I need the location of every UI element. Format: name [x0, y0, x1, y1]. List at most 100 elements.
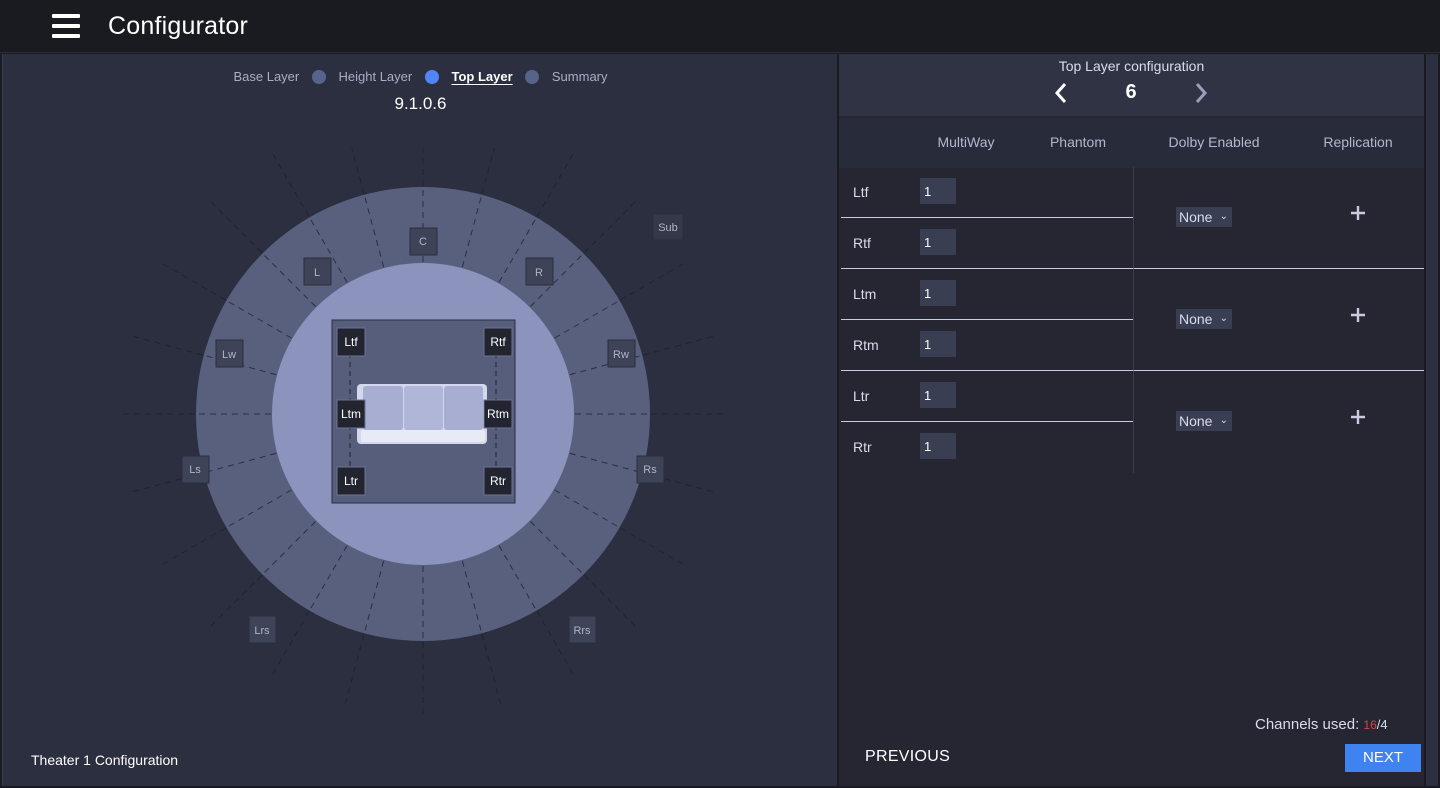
channels-used-count: 16 — [1363, 718, 1377, 732]
app-title: Configurator — [108, 12, 248, 40]
col-multiway: MultiWay — [937, 134, 995, 150]
dolby-select[interactable]: None ⌄ — [1176, 207, 1232, 227]
speaker-ray — [162, 263, 226, 301]
step-top-layer[interactable]: Top Layer — [451, 69, 512, 84]
row-label: Ltr — [853, 388, 870, 404]
chevron-down-icon: ⌄ — [1219, 313, 1228, 324]
speaker-pair-group: None ⌄ — [1133, 167, 1424, 269]
channels-total: /4 — [1376, 717, 1388, 732]
speaker-l[interactable]: L — [303, 257, 332, 286]
speaker-ray — [344, 634, 365, 704]
col-dolby-enabled: Dolby Enabled — [1168, 134, 1260, 150]
top-bar: Configurator — [0, 0, 1440, 53]
speaker-ray — [272, 611, 310, 675]
speaker-ray — [536, 153, 574, 217]
speaker-pair-group: None ⌄ — [1133, 269, 1424, 371]
plus-icon[interactable] — [1348, 305, 1368, 325]
previous-button[interactable]: PREVIOUS — [865, 748, 950, 766]
dolby-select-value: None — [1179, 209, 1213, 225]
config-panel: Top Layer configuration 6 MultiWay Phant… — [839, 54, 1424, 786]
speaker-ray — [583, 201, 636, 254]
speaker-ray — [162, 527, 226, 565]
channels-used: Channels used: 16/4 — [1255, 716, 1388, 733]
multiway-input[interactable] — [920, 331, 956, 357]
chevron-down-icon: ⌄ — [1219, 415, 1228, 426]
speaker-rtf[interactable]: Rtf — [483, 327, 513, 357]
multiway-input[interactable] — [920, 280, 956, 306]
speaker-c[interactable]: C — [409, 227, 438, 256]
next-button[interactable]: NEXT — [1345, 744, 1421, 772]
multiway-input[interactable] — [920, 178, 956, 204]
dolby-select[interactable]: None ⌄ — [1176, 411, 1232, 431]
dolby-select-value: None — [1179, 311, 1213, 327]
step-dot-base[interactable] — [311, 69, 326, 84]
row-label: Ltf — [853, 184, 869, 200]
panel-title: Top Layer configuration — [1058, 58, 1205, 74]
speaker-rs-label: Rs — [643, 464, 657, 476]
chevron-right-icon[interactable] — [1191, 80, 1211, 106]
hamburger-icon[interactable] — [50, 12, 82, 40]
step-dot-height[interactable] — [424, 69, 439, 84]
speaker-rtf-label: Rtf — [490, 335, 506, 349]
speaker-lrs-label: Lrs — [254, 625, 270, 637]
speaker-lw-label: Lw — [222, 349, 236, 361]
speaker-r[interactable]: R — [525, 257, 554, 286]
row-label: Ltm — [853, 286, 877, 302]
speaker-rrs-label: Rrs — [573, 625, 591, 637]
speaker-ltm-label: Ltm — [341, 407, 361, 421]
speaker-ltm[interactable]: Ltm — [336, 399, 366, 429]
chevron-left-icon[interactable] — [1051, 80, 1071, 106]
speaker-lrs[interactable]: Lrs — [248, 615, 277, 644]
speaker-ray — [481, 148, 495, 194]
channels-label: Channels used: — [1255, 716, 1360, 733]
multiway-input[interactable] — [920, 382, 956, 408]
multiway-input[interactable] — [920, 229, 956, 255]
multiway-input[interactable] — [920, 433, 956, 459]
table-row: Rtf — [841, 218, 1133, 269]
theater-name: Theater 1 Configuration — [31, 752, 179, 768]
speaker-rtm[interactable]: Rtm — [483, 399, 513, 429]
speaker-ltf-label: Ltf — [344, 335, 358, 349]
row-label: Rtm — [853, 337, 879, 353]
dolby-select[interactable]: None ⌄ — [1176, 309, 1232, 329]
speaker-ls[interactable]: Ls — [181, 455, 210, 484]
dolby-select-value: None — [1179, 413, 1213, 429]
speaker-rw[interactable]: Rw — [607, 339, 636, 368]
plus-icon[interactable] — [1348, 407, 1368, 427]
step-base-layer[interactable]: Base Layer — [233, 69, 299, 84]
speaker-pair-group: None ⌄ — [1133, 371, 1424, 473]
speaker-ray — [272, 153, 310, 217]
row-label: Rtr — [853, 439, 872, 455]
speaker-ray — [643, 335, 713, 356]
step-summary[interactable]: Summary — [552, 69, 608, 84]
layout-panel: Base Layer Height Layer Top Layer Summar… — [2, 54, 837, 786]
speaker-ray — [620, 527, 684, 565]
speaker-rrs[interactable]: Rrs — [568, 615, 597, 644]
speaker-rtm-label: Rtm — [487, 407, 509, 421]
sofa — [357, 384, 487, 444]
speaker-lw[interactable]: Lw — [215, 339, 244, 368]
layer-stepper: Base Layer Height Layer Top Layer Summar… — [3, 68, 838, 84]
panel-header: Top Layer configuration 6 — [839, 54, 1424, 116]
speaker-r-label: R — [535, 267, 543, 279]
table-row: Ltm — [841, 269, 1133, 320]
step-dot-top[interactable] — [525, 69, 540, 84]
speaker-ray — [620, 263, 684, 301]
speaker-c-label: C — [419, 236, 427, 248]
speaker-rtr[interactable]: Rtr — [483, 466, 513, 496]
speaker-rs[interactable]: Rs — [636, 455, 665, 484]
table-row: Rtm — [841, 320, 1133, 371]
speaker-sub[interactable]: Sub — [652, 213, 684, 241]
scrollbar[interactable] — [1426, 54, 1438, 786]
plus-icon[interactable] — [1348, 203, 1368, 223]
speaker-rtr-label: Rtr — [490, 474, 506, 488]
speaker-ltr[interactable]: Ltr — [336, 466, 366, 496]
speaker-ltf[interactable]: Ltf — [336, 327, 366, 357]
speaker-ray — [351, 148, 365, 194]
col-phantom: Phantom — [1049, 134, 1107, 150]
speaker-ltr-label: Ltr — [344, 474, 358, 488]
table-row: Ltr — [841, 371, 1133, 422]
table-row: Rtr — [841, 422, 1133, 473]
step-height-layer[interactable]: Height Layer — [339, 69, 413, 84]
col-replication: Replication — [1323, 134, 1393, 150]
